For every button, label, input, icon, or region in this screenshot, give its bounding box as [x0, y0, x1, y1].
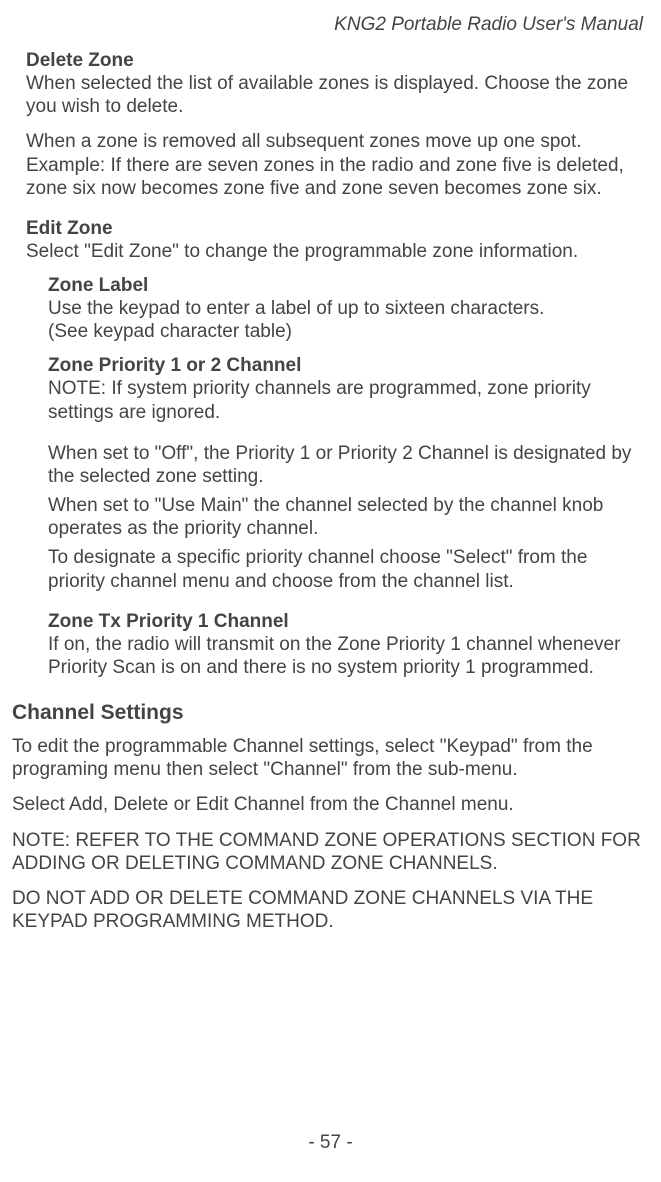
zone-label-p1: Use the keypad to enter a label of up to…	[48, 297, 639, 320]
zone-priority-heading: Zone Priority 1 or 2 Channel	[48, 355, 639, 377]
zone-priority-p1: When set to "Off", the Priority 1 or Pri…	[48, 442, 639, 488]
zone-tx-p1: If on, the radio will transmit on the Zo…	[48, 633, 639, 679]
channel-settings-p4: DO NOT ADD OR DELETE COMMAND ZONE CHANNE…	[12, 887, 643, 933]
channel-settings-p3: NOTE: REFER TO THE COMMAND ZONE OPERATIO…	[12, 829, 643, 875]
delete-zone-heading: Delete Zone	[26, 50, 639, 72]
channel-settings-heading: Channel Settings	[12, 701, 643, 725]
zone-label-p2: (See keypad character table)	[48, 320, 639, 343]
page-number: - 57 -	[0, 1132, 661, 1154]
zone-tx-block: Zone Tx Priority 1 Channel If on, the ra…	[26, 611, 639, 679]
zone-priority-note: NOTE: If system priority channels are pr…	[48, 377, 639, 423]
delete-zone-p1: When selected the list of available zone…	[26, 72, 639, 118]
zone-label-block: Zone Label Use the keypad to enter a lab…	[26, 275, 639, 343]
zone-priority-p2: When set to "Use Main" the channel selec…	[48, 494, 639, 540]
edit-zone-section: Edit Zone Select "Edit Zone" to change t…	[12, 218, 643, 679]
running-header: KNG2 Portable Radio User's Manual	[12, 14, 643, 36]
zone-tx-heading: Zone Tx Priority 1 Channel	[48, 611, 639, 633]
channel-settings-p1: To edit the programmable Channel setting…	[12, 735, 643, 781]
edit-zone-heading: Edit Zone	[26, 218, 639, 240]
zone-label-heading: Zone Label	[48, 275, 639, 297]
zone-priority-block: Zone Priority 1 or 2 Channel NOTE: If sy…	[26, 355, 639, 592]
channel-settings-section: Channel Settings To edit the programmabl…	[12, 701, 643, 933]
delete-zone-p2: When a zone is removed all subsequent zo…	[26, 130, 639, 200]
zone-priority-p3: To designate a specific priority channel…	[48, 546, 639, 592]
edit-zone-p1: Select "Edit Zone" to change the program…	[26, 240, 639, 263]
channel-settings-p2: Select Add, Delete or Edit Channel from …	[12, 793, 643, 816]
delete-zone-section: Delete Zone When selected the list of av…	[12, 50, 643, 200]
